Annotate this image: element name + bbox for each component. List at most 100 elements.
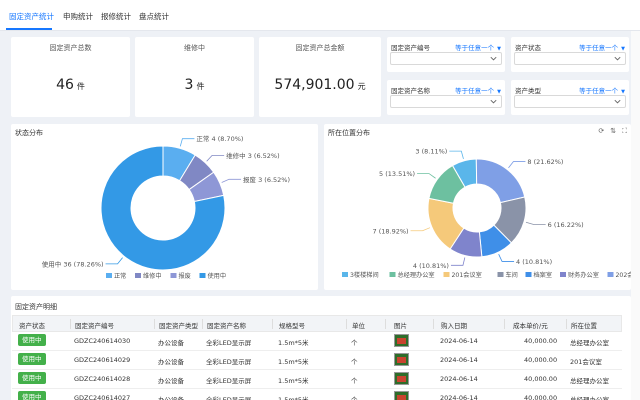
asset-code-select[interactable] bbox=[390, 52, 502, 65]
filter-operator[interactable]: 等于任意一个 ▼ bbox=[579, 85, 625, 95]
legend-swatch bbox=[170, 273, 177, 278]
col-header[interactable]: 固定资产编号 bbox=[75, 320, 114, 330]
slice-label: 3 (8.11%) bbox=[415, 148, 447, 156]
legend-item[interactable]: 报废 bbox=[179, 272, 191, 280]
tab-fixed-assets[interactable]: 固定资产统计 bbox=[9, 11, 54, 22]
chevron-down-icon bbox=[614, 99, 621, 104]
legend-item[interactable]: 使用中 bbox=[208, 272, 227, 280]
asset-name-cell: 全彩LED显示屏 bbox=[206, 339, 252, 347]
label-leader-line bbox=[508, 161, 526, 169]
col-header[interactable]: 所在位置 bbox=[571, 320, 597, 330]
table-header: 资产状态 固定资产编号 固定资产类型 固定资产名称 规格型号 单位 图片 购入日… bbox=[12, 315, 622, 332]
asset-code-cell: GDZC240614030 bbox=[74, 337, 131, 345]
table-row[interactable]: 使用中 GDZC240614029 办公设备 全彩LED显示屏 1.5m*5米 个 2024… bbox=[12, 351, 622, 370]
status-chart-panel: 状态分布 正常 4 (8.70%) 维修中 3 (6.52%) 报废 3 (6.52… bbox=[11, 124, 318, 290]
asset-name-select[interactable] bbox=[390, 95, 502, 108]
location-chart-panel: 所在位置分布 ⟳ ⇅ ⛶ 3 (8.11%) 8 (21.62%) 6 (16.22%)… bbox=[324, 124, 631, 290]
asset-type-cell: 办公设备 bbox=[158, 358, 184, 366]
col-header[interactable]: 固定资产类型 bbox=[159, 320, 198, 330]
legend-swatch bbox=[560, 272, 566, 277]
label-leader-line bbox=[449, 150, 464, 159]
asset-type-select[interactable] bbox=[514, 95, 626, 108]
col-header[interactable]: 规格型号 bbox=[279, 320, 305, 330]
location-cell: 总经理办公室 bbox=[570, 339, 609, 347]
legend-swatch bbox=[106, 273, 112, 278]
slice-label: 正常 4 (8.70%) bbox=[196, 134, 243, 143]
col-header[interactable]: 资产状态 bbox=[19, 320, 45, 330]
purchase-date-cell: 2024-06-14 bbox=[440, 375, 478, 383]
pie-slice[interactable] bbox=[475, 158, 526, 204]
status-badge: 使用中 bbox=[18, 334, 46, 346]
spec-cell: 1.5m*5米 bbox=[278, 377, 309, 385]
legend-item[interactable]: 3楼楼梯间 bbox=[350, 271, 379, 279]
stat-card-total: 固定资产总数 46 件 bbox=[11, 37, 130, 117]
label-leader-line bbox=[221, 178, 242, 183]
filter-label: 固定资产编号 bbox=[391, 44, 430, 52]
filter-operator[interactable]: 等于任意一个 ▼ bbox=[455, 42, 501, 52]
col-header[interactable]: 固定资产名称 bbox=[207, 320, 246, 330]
filter-label: 固定资产名称 bbox=[391, 87, 430, 95]
label-leader-line bbox=[206, 154, 225, 162]
slice-label: 4 (10.81%) bbox=[413, 262, 449, 270]
slice-label: 6 (16.22%) bbox=[548, 221, 584, 229]
status-pie-chart: 正常 4 (8.70%) 维修中 3 (6.52%) 报废 3 (6.52%) 使用中… bbox=[42, 134, 290, 280]
table-title: 固定资产明细 bbox=[15, 303, 57, 311]
legend-item[interactable]: 档案室 bbox=[534, 271, 553, 279]
stat-card-amount: 固定资产总金额 574,901.00 元 bbox=[259, 37, 381, 117]
legend-item[interactable]: 总经理办公室 bbox=[398, 271, 435, 279]
filter-asset-status: 资产状态 等于任意一个 ▼ bbox=[511, 37, 629, 72]
table-row[interactable]: 使用中 GDZC240614028 办公设备 全彩LED显示屏 1.5m*5米 个 2024… bbox=[12, 370, 622, 389]
legend-swatch bbox=[607, 272, 614, 277]
page-scrollbar[interactable] bbox=[631, 31, 640, 400]
asset-code-cell: GDZC240614029 bbox=[74, 356, 131, 364]
chevron-down-icon bbox=[490, 99, 497, 104]
legend-swatch bbox=[199, 273, 206, 278]
price-cell: 40,000.00 bbox=[524, 375, 558, 383]
col-header[interactable]: 图片 bbox=[394, 320, 407, 330]
asset-image-thumbnail[interactable] bbox=[394, 372, 409, 385]
legend-item[interactable]: 201会议室 bbox=[452, 271, 482, 279]
tab-bar: 固定资产统计 申购统计 报修统计 盘点统计 bbox=[0, 0, 640, 31]
location-cell: 总经理办公室 bbox=[570, 377, 609, 385]
slice-label: 报废 3 (6.52%) bbox=[243, 175, 290, 184]
col-header[interactable]: 成本单价/元 bbox=[513, 320, 548, 330]
spec-cell: 1.5m*5米 bbox=[278, 396, 309, 400]
asset-type-cell: 办公设备 bbox=[158, 339, 184, 347]
tab-repair[interactable]: 报修统计 bbox=[101, 11, 131, 22]
filter-operator[interactable]: 等于任意一个 ▼ bbox=[579, 42, 625, 52]
legend-item[interactable]: 202会议室 bbox=[616, 271, 632, 279]
legend-item[interactable]: 车间 bbox=[506, 271, 518, 279]
label-leader-line bbox=[525, 221, 546, 225]
location-cell: 总经理办公室 bbox=[570, 396, 609, 400]
legend-item[interactable]: 正常 bbox=[114, 272, 126, 280]
tab-purchase[interactable]: 申购统计 bbox=[63, 11, 93, 22]
tab-inventory[interactable]: 盘点统计 bbox=[139, 11, 169, 22]
table-row[interactable]: 使用中 GDZC240614030 办公设备 全彩LED显示屏 1.5m*5米 个 2024… bbox=[12, 332, 622, 351]
status-badge: 使用中 bbox=[18, 391, 46, 400]
filter-asset-code: 固定资产编号 等于任意一个 ▼ bbox=[387, 37, 505, 72]
legend-item[interactable]: 财务办公室 bbox=[568, 271, 599, 279]
asset-image-thumbnail[interactable] bbox=[394, 391, 409, 400]
table-row[interactable]: 使用中 GDZC240614027 办公设备 全彩LED显示屏 1.5m*5米 个 2024… bbox=[12, 389, 622, 400]
asset-name-cell: 全彩LED显示屏 bbox=[206, 377, 252, 385]
asset-image-thumbnail[interactable] bbox=[394, 334, 409, 347]
legend-swatch bbox=[443, 272, 450, 277]
label-leader-line bbox=[450, 257, 466, 266]
col-header[interactable]: 单位 bbox=[352, 320, 365, 330]
label-leader-line bbox=[498, 254, 515, 262]
slice-label: 8 (21.62%) bbox=[527, 158, 563, 166]
status-badge: 使用中 bbox=[18, 353, 46, 365]
filter-operator[interactable]: 等于任意一个 ▼ bbox=[455, 85, 501, 95]
location-cell: 201会议室 bbox=[570, 358, 602, 366]
price-cell: 40,000.00 bbox=[524, 337, 558, 345]
legend-item[interactable]: 维修中 bbox=[143, 272, 162, 280]
purchase-date-cell: 2024-06-14 bbox=[440, 394, 478, 400]
price-cell: 40,000.00 bbox=[524, 356, 558, 364]
asset-image-thumbnail[interactable] bbox=[394, 353, 409, 366]
stat-card-repairing: 维修中 3件 bbox=[135, 37, 254, 117]
asset-code-cell: GDZC240614027 bbox=[74, 394, 131, 400]
label-leader-line bbox=[410, 227, 431, 232]
col-header[interactable]: 购入日期 bbox=[441, 320, 467, 330]
asset-status-select[interactable] bbox=[514, 52, 626, 65]
legend-swatch bbox=[342, 272, 348, 277]
